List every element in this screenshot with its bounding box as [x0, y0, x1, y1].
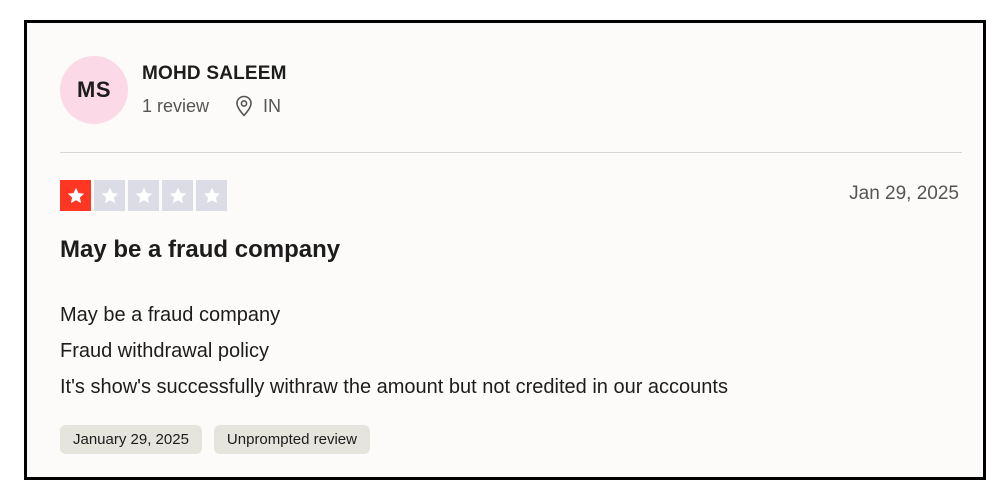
star-empty — [94, 180, 125, 211]
star-empty — [162, 180, 193, 211]
review-date: Jan 29, 2025 — [849, 183, 959, 204]
star-icon — [169, 187, 186, 203]
review-card: MS MOHD SALEEM 1 review IN Jan 29, 2025 … — [24, 20, 986, 480]
review-body: May be a fraud company Fraud withdrawal … — [60, 297, 728, 405]
star-empty — [196, 180, 227, 211]
star-rating — [60, 180, 230, 211]
reviewer-header[interactable]: MS MOHD SALEEM 1 review IN — [60, 56, 287, 124]
star-filled — [60, 180, 91, 211]
reviewer-sub-info: 1 review IN — [142, 95, 287, 117]
star-icon — [203, 187, 220, 203]
review-body-line: It's show's successfully withraw the amo… — [60, 376, 728, 398]
review-title[interactable]: May be a fraud company — [60, 236, 340, 264]
review-body-line: May be a fraud company — [60, 304, 281, 326]
reviewer-location: IN — [235, 95, 281, 117]
date-tag: January 29, 2025 — [60, 425, 202, 454]
review-count: 1 review — [142, 95, 210, 116]
unprompted-review-tag[interactable]: Unprompted review — [213, 425, 370, 454]
reviewer-meta: MOHD SALEEM 1 review IN — [142, 63, 287, 117]
star-empty — [128, 180, 159, 211]
avatar-initials: MS — [77, 77, 111, 102]
avatar[interactable]: MS — [60, 56, 128, 124]
review-tags: January 29, 2025 Unprompted review — [60, 425, 382, 454]
star-icon — [67, 187, 84, 203]
reviewer-country: IN — [263, 95, 282, 116]
reviewer-name[interactable]: MOHD SALEEM — [142, 63, 287, 85]
review-body-line: Fraud withdrawal policy — [60, 340, 269, 362]
star-icon — [101, 187, 118, 203]
divider — [60, 152, 962, 153]
location-pin-icon — [236, 95, 252, 117]
star-icon — [135, 187, 152, 203]
